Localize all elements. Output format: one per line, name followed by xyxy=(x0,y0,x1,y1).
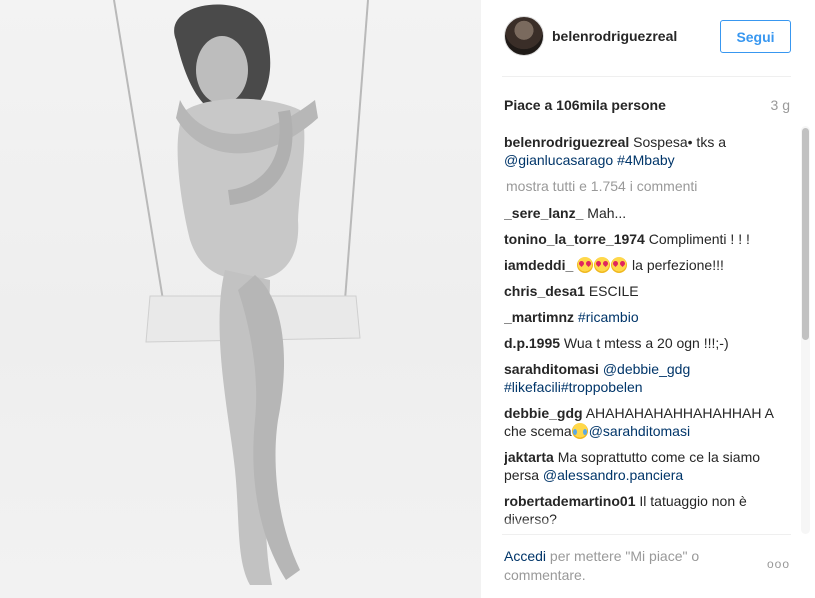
emoji-heart-eyes-icon xyxy=(577,257,594,273)
comment-hashtag[interactable]: #ricambio xyxy=(578,309,639,325)
comment-item: _sere_lanz_ Mah... xyxy=(504,204,792,222)
likes-count[interactable]: Piace a 106mila persone xyxy=(504,97,666,113)
show-all-comments-link[interactable]: mostra tutti e 1.754 i commenti xyxy=(504,177,792,195)
comment-item: _martimnz #ricambio xyxy=(504,308,792,326)
comment-item: jaktarta Ma soprattutto come ce la siamo… xyxy=(504,448,792,484)
comment-mention[interactable]: @debbie_gdg xyxy=(603,361,690,377)
avatar[interactable] xyxy=(504,16,544,56)
login-link[interactable]: Accedi xyxy=(504,548,546,564)
comment-username[interactable]: chris_desa1 xyxy=(504,283,585,299)
post-time[interactable]: 3 g xyxy=(771,97,790,113)
comment-item: tonino_la_torre_1974 Complimenti ! ! ! xyxy=(504,230,792,248)
comment-username[interactable]: _sere_lanz_ xyxy=(504,205,583,221)
caption-username[interactable]: belenrodriguezreal xyxy=(504,134,629,150)
post-photo[interactable] xyxy=(0,0,481,598)
comment-item: iamdeddi_ la perfezione!!! xyxy=(504,256,792,274)
comment-hashtag[interactable]: #troppobelen xyxy=(561,379,643,395)
caption: belenrodriguezreal Sospesa• tks a @gianl… xyxy=(504,133,792,169)
caption-text: Sospesa• tks a xyxy=(633,134,726,150)
photo-illustration xyxy=(113,0,369,585)
caption-hashtag[interactable]: #4Mbaby xyxy=(617,152,675,168)
comment-item: chris_desa1 ESCILE xyxy=(504,282,792,300)
more-options-icon[interactable]: ooo xyxy=(767,557,790,571)
post-sidebar: belenrodriguezreal Segui Piace a 106mila… xyxy=(481,0,815,598)
post-header: belenrodriguezreal Segui xyxy=(481,0,815,76)
swing-rope-left xyxy=(113,0,164,301)
comment-text: la perfezione!!! xyxy=(632,257,724,273)
comments-list[interactable]: belenrodriguezreal Sospesa• tks a @gianl… xyxy=(504,133,792,530)
follow-button[interactable]: Segui xyxy=(720,20,791,53)
comment-username[interactable]: tonino_la_torre_1974 xyxy=(504,231,645,247)
comment-item: d.p.1995 Wua t mtess a 20 ogn !!!;-) xyxy=(504,334,792,352)
login-prompt: Accedi per mettere "Mi piace" o commenta… xyxy=(504,547,734,585)
comment-mention[interactable]: @sarahditomasi xyxy=(589,423,690,439)
comment-username[interactable]: robertademartino01 xyxy=(504,493,635,509)
header-divider xyxy=(502,76,791,77)
emoji-heart-eyes-icon xyxy=(594,257,611,273)
comment-username[interactable]: _martimnz xyxy=(504,309,574,325)
footer-divider xyxy=(502,534,791,535)
comment-text: Wua t mtess a 20 ogn !!!;-) xyxy=(563,335,729,351)
comment-mention[interactable]: @alessandro.panciera xyxy=(543,467,683,483)
emoji-laughing-icon xyxy=(571,423,588,439)
comment-username[interactable]: debbie_gdg xyxy=(504,405,583,421)
caption-mention[interactable]: @gianlucasarago xyxy=(504,152,613,168)
comment-text: ESCILE xyxy=(588,283,639,299)
comment-text: Mah... xyxy=(587,205,627,221)
comments-fade xyxy=(504,520,792,534)
comment-text: Complimenti ! ! ! xyxy=(648,231,750,247)
comment-hashtag[interactable]: #likefacili xyxy=(504,379,561,395)
comment-username[interactable]: d.p.1995 xyxy=(504,335,560,351)
comment-item: sarahditomasi @debbie_gdg #likefacili#tr… xyxy=(504,360,792,396)
comment-username[interactable]: iamdeddi_ xyxy=(504,257,573,273)
comment-username[interactable]: jaktarta xyxy=(504,449,554,465)
swing-rope-right xyxy=(344,0,369,301)
comments-scrollbar-thumb[interactable] xyxy=(802,128,809,340)
comment-username[interactable]: sarahditomasi xyxy=(504,361,599,377)
emoji-heart-eyes-icon xyxy=(611,257,628,273)
post-username[interactable]: belenrodriguezreal xyxy=(552,28,677,44)
comment-item: debbie_gdg AHAHAHAHAHHAHAHHAH A che scem… xyxy=(504,404,792,440)
